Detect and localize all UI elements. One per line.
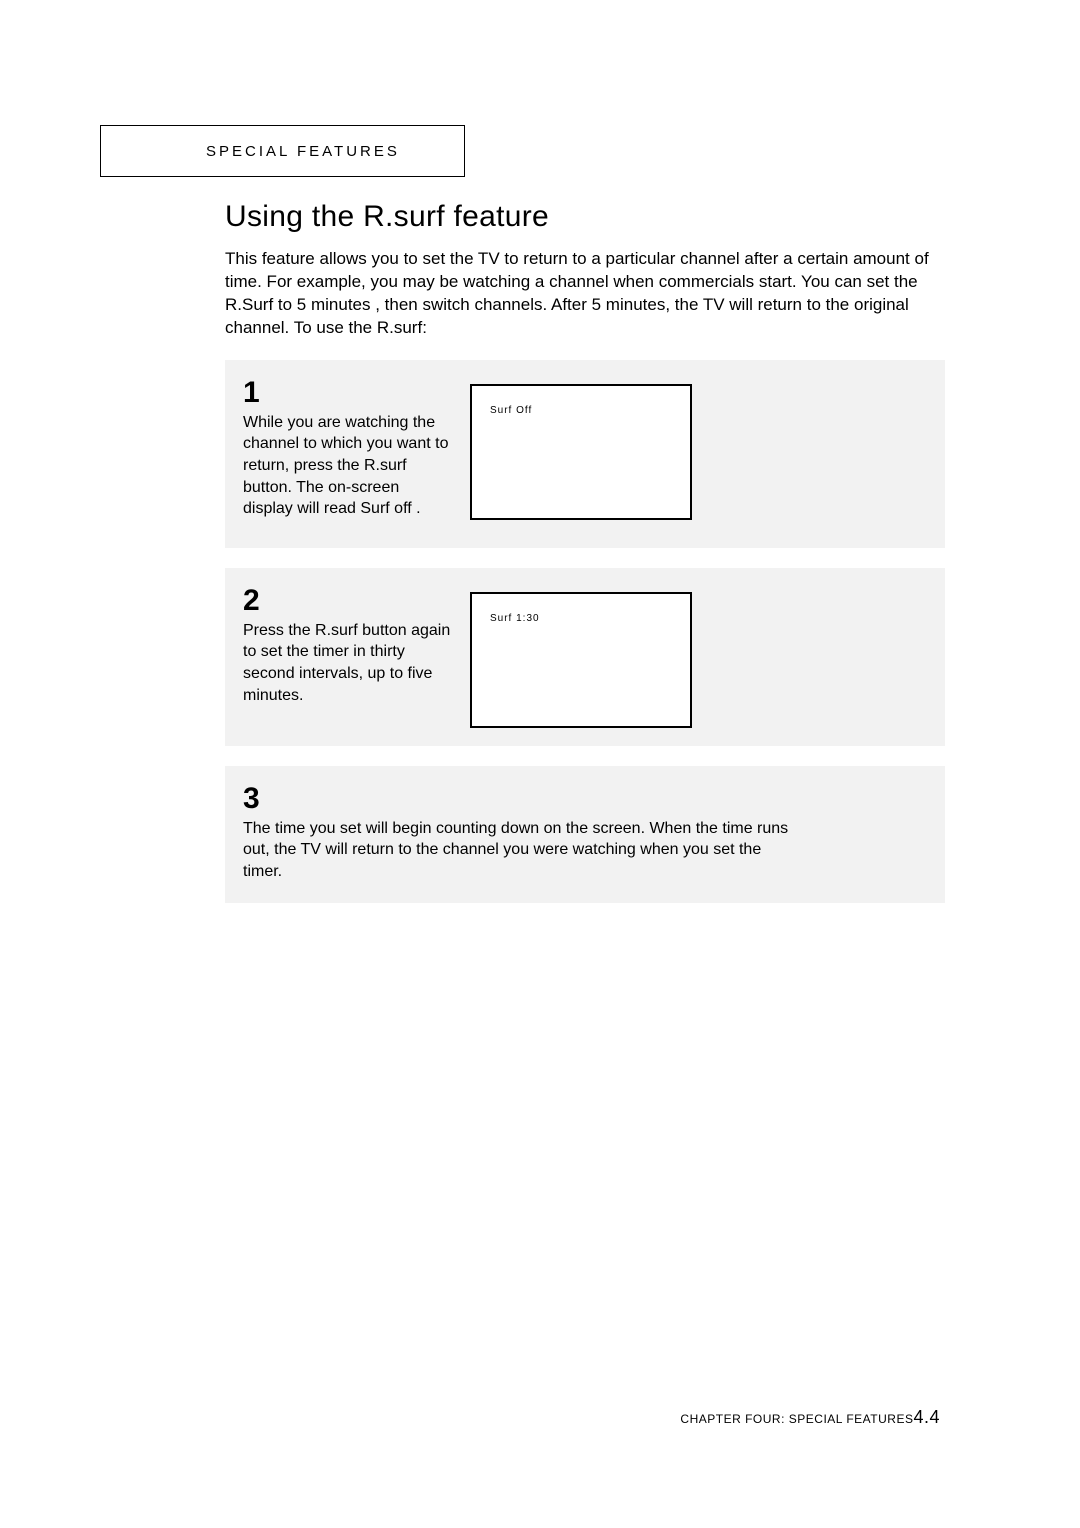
page-content: Using the R.surf feature This feature al… — [225, 200, 945, 923]
tv-screen-text: Surf Off — [490, 405, 532, 416]
section-header-label: SPECIAL FEATURES — [206, 143, 400, 160]
step-text: While you are watching the channel to wh… — [243, 412, 453, 520]
step-text-after: button. The on-screen display will read … — [243, 479, 421, 518]
step-number: 3 — [243, 782, 927, 816]
step-text: The time you set will begin counting dow… — [243, 818, 803, 883]
section-header-box: SPECIAL FEATURES — [100, 125, 465, 177]
rsurf-button-label: R.surf — [364, 457, 407, 474]
step-3: 3 The time you set will begin counting d… — [225, 766, 945, 903]
step-text: Press the R.surf button again to set the… — [243, 620, 453, 706]
tv-screen: Surf Off — [470, 384, 692, 520]
tv-screen-text: Surf 1:30 — [490, 613, 540, 624]
page-footer: CHAPTER FOUR: SPECIAL FEATURES4.4 — [680, 1407, 940, 1428]
footer-chapter-label: CHAPTER FOUR: SPECIAL FEATURES — [680, 1412, 913, 1426]
step-1: 1 While you are watching the channel to … — [225, 360, 945, 548]
step-text-before: While you are watching the channel to wh… — [243, 414, 448, 474]
step-text-before: Press the — [243, 622, 315, 639]
rsurf-button-label: R.surf — [315, 622, 358, 639]
footer-page-number: 4.4 — [913, 1407, 940, 1427]
tv-screen: Surf 1:30 — [470, 592, 692, 728]
step-2: 2 Press the R.surf button again to set t… — [225, 568, 945, 746]
intro-paragraph: This feature allows you to set the TV to… — [225, 248, 945, 340]
page-title: Using the R.surf feature — [225, 200, 945, 234]
